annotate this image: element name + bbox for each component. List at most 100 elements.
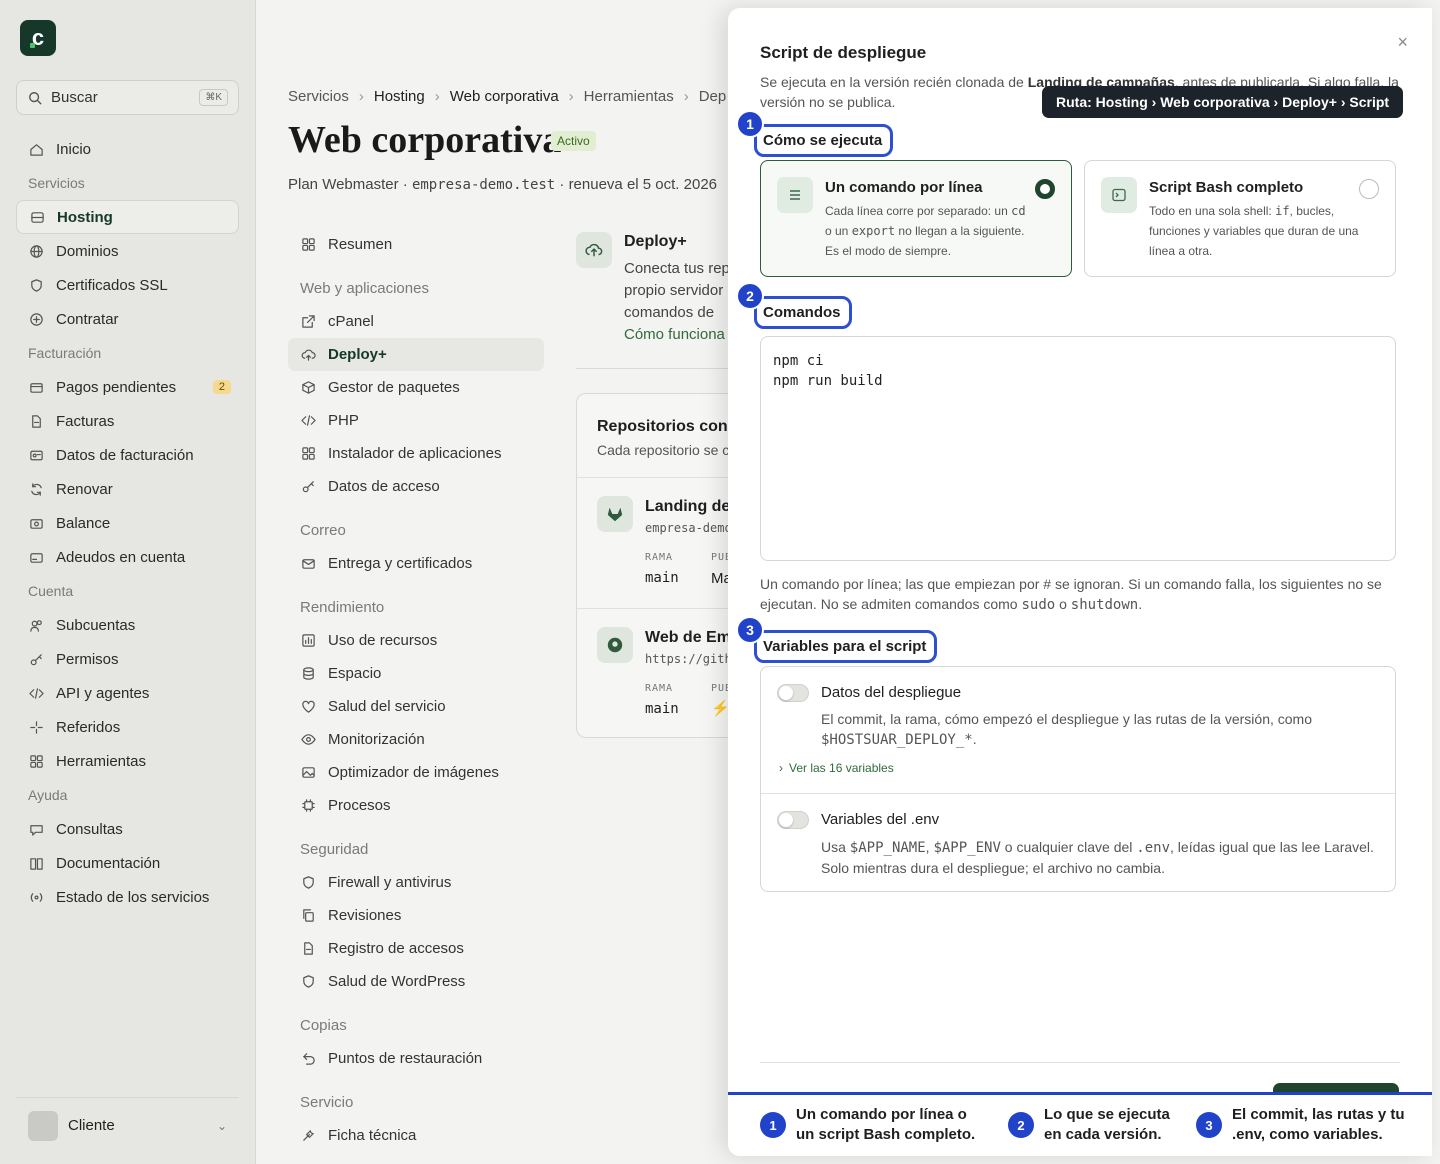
option-code: if	[1275, 204, 1290, 218]
chevron-right-icon: ›	[358, 88, 364, 105]
section-label: Comandos	[763, 304, 841, 321]
user-menu[interactable]: Cliente ⌄	[16, 1097, 239, 1153]
sidebar-item-label: Permisos	[56, 650, 119, 668]
search-shortcut: ⌘K	[199, 89, 228, 106]
copy-icon	[300, 908, 316, 924]
breadcrumb-item[interactable]: Herramientas	[584, 88, 674, 105]
subnav-item-cpanel[interactable]: cPanel	[288, 305, 544, 338]
sidebar-item-contratar[interactable]: Contratar	[16, 302, 239, 336]
subnav-section-web-y-aplicaciones: Web y aplicaciones	[300, 280, 429, 297]
sidebar-item-pagos-pendientes[interactable]: Pagos pendientes 2	[16, 370, 239, 404]
subnav-item-registro-de-accesos[interactable]: Registro de accesos	[288, 932, 544, 965]
subnav-item-deploy[interactable]: Deploy+	[288, 338, 544, 371]
sidebar-item-herramientas[interactable]: Herramientas	[16, 744, 239, 778]
hint-code: sudo	[1021, 597, 1056, 613]
subnav-item-label: Salud del servicio	[328, 698, 446, 715]
chevron-right-icon: ›	[683, 88, 689, 105]
subnav-item-label: Espacio	[328, 665, 382, 682]
commands-textarea[interactable]: npm ci npm run build	[760, 336, 1396, 561]
code-icon	[28, 685, 44, 701]
subnav-item-revisiones[interactable]: Revisiones	[288, 899, 544, 932]
subnav-item-entrega-y-certificados[interactable]: Entrega y certificados	[288, 547, 544, 580]
hint-code: shutdown	[1070, 597, 1139, 613]
env-variables-toggle[interactable]	[777, 811, 809, 829]
subnav-item-label: Registro de accesos	[328, 940, 464, 957]
sidebar-item-balance[interactable]: Balance	[16, 506, 239, 540]
sidebar-item-datos-de-facturacion[interactable]: Datos de facturación	[16, 438, 239, 472]
search-input[interactable]: Buscar ⌘K	[16, 80, 239, 115]
subnav-item-firewall-y-antivirus[interactable]: Firewall y antivirus	[288, 866, 544, 899]
subnav-item-label: Uso de recursos	[328, 632, 438, 649]
subnav-item-ficha-tecnica[interactable]: Ficha técnica	[288, 1119, 544, 1152]
brand-logo[interactable]: c	[20, 20, 56, 56]
breadcrumb-item[interactable]: Hosting	[374, 88, 425, 105]
subnav-item-puntos-de-restauracion[interactable]: Puntos de restauración	[288, 1042, 544, 1075]
step-number: 3	[1196, 1112, 1222, 1138]
sidebar-item-dominios[interactable]: Dominios	[16, 234, 239, 268]
sidebar-item-api-y-agentes[interactable]: API y agentes	[16, 676, 239, 710]
subnav-item-label: Deploy+	[328, 346, 387, 363]
shield-icon	[28, 277, 44, 293]
sidebar-item-label: Documentación	[56, 854, 161, 872]
dialog-title: Script de despliegue	[760, 43, 927, 62]
sidebar-item-renovar[interactable]: Renovar	[16, 472, 239, 506]
route-tooltip: Ruta: Hosting › Web corporativa › Deploy…	[1042, 86, 1404, 118]
option-full-bash-script[interactable]: Script Bash completo Todo en una sola sh…	[1084, 160, 1396, 277]
repositories-subtitle: Cada repositorio se c	[597, 442, 730, 458]
section-variables: Variables para el script	[754, 630, 938, 663]
subnav-item-label: Firewall y antivirus	[328, 874, 452, 891]
sidebar-item-inicio[interactable]: Inicio	[16, 132, 239, 166]
sidebar-item-adeudos-en-cuenta[interactable]: Adeudos en cuenta	[16, 540, 239, 574]
subnav-item-procesos[interactable]: Procesos	[288, 789, 544, 822]
breadcrumb-item[interactable]: Servicios	[288, 88, 349, 105]
subnav-section-seguridad: Seguridad	[300, 841, 369, 858]
sidebar-item-documentacion[interactable]: Documentación	[16, 846, 239, 880]
how-it-works-link[interactable]: Cómo funciona	[624, 326, 725, 343]
sidebar-item-consultas[interactable]: Consultas	[16, 812, 239, 846]
heart-icon	[300, 699, 316, 715]
option-one-command-per-line[interactable]: Un comando por línea Cada línea corre po…	[760, 160, 1072, 277]
subnav-item-monitorizacion[interactable]: Monitorización	[288, 723, 544, 756]
sidebar-item-hosting[interactable]: Hosting	[16, 200, 239, 234]
close-icon[interactable]: ×	[1397, 32, 1408, 53]
deploy-data-toggle[interactable]	[777, 684, 809, 702]
breadcrumb-item[interactable]: Web corporativa	[450, 88, 559, 105]
subnav-item-php[interactable]: PHP	[288, 404, 544, 437]
step-number: 1	[760, 1112, 786, 1138]
subnav-item-salud-de-wordpress[interactable]: Salud de WordPress	[288, 965, 544, 998]
subnav-item-optimizador-de-imagenes[interactable]: Optimizador de imágenes	[288, 756, 544, 789]
breadcrumb-item[interactable]: Dep	[699, 88, 727, 105]
subnav-item-gestor-de-paquetes[interactable]: Gestor de paquetes	[288, 371, 544, 404]
step-caption: 2 Lo que se ejecuta en cada versión.	[1008, 1105, 1178, 1145]
status-badge: Activo	[551, 131, 596, 151]
subnav-item-salud-del-servicio[interactable]: Salud del servicio	[288, 690, 544, 723]
subnav-item-resumen[interactable]: Resumen	[288, 228, 544, 261]
subnav-item-uso-de-recursos[interactable]: Uso de recursos	[288, 624, 544, 657]
section-execution-mode: Cómo se ejecuta	[754, 124, 894, 157]
step-marker: 1	[736, 110, 764, 138]
variable-text: o cualquier clave del	[1000, 839, 1137, 855]
radio-unselected[interactable]	[1359, 179, 1379, 199]
branch-value: main	[645, 570, 679, 586]
branch-value: main	[645, 701, 679, 717]
sidebar-item-referidos[interactable]: Referidos	[16, 710, 239, 744]
show-variables-link[interactable]: › Ver las 16 variables	[779, 761, 894, 775]
radio-selected[interactable]	[1035, 179, 1055, 199]
variable-title: Variables del .env	[821, 811, 940, 828]
cpu-icon	[300, 798, 316, 814]
sidebar-item-estado-de-los-servicios[interactable]: Estado de los servicios	[16, 880, 239, 914]
subnav-item-instalador-de-aplicaciones[interactable]: Instalador de aplicaciones	[288, 437, 544, 470]
sidebar-item-subcuentas[interactable]: Subcuentas	[16, 608, 239, 642]
sidebar-item-label: Inicio	[56, 140, 92, 158]
sidebar-item-facturas[interactable]: Facturas	[16, 404, 239, 438]
step-marker: 2	[736, 282, 764, 310]
sidebar-item-certificados-ssl[interactable]: Certificados SSL	[16, 268, 239, 302]
subnav-item-espacio[interactable]: Espacio	[288, 657, 544, 690]
subnav-item-datos-de-acceso[interactable]: Datos de acceso	[288, 470, 544, 503]
sidebar-item-permisos[interactable]: Permisos	[16, 642, 239, 676]
sidebar-item-label: Consultas	[56, 820, 123, 838]
repo-url: empresa-demo	[645, 521, 732, 535]
subnav-item-label: Ficha técnica	[328, 1127, 417, 1144]
variable-text: Usa	[821, 839, 850, 855]
variable-code: $APP_ENV	[933, 840, 1001, 856]
